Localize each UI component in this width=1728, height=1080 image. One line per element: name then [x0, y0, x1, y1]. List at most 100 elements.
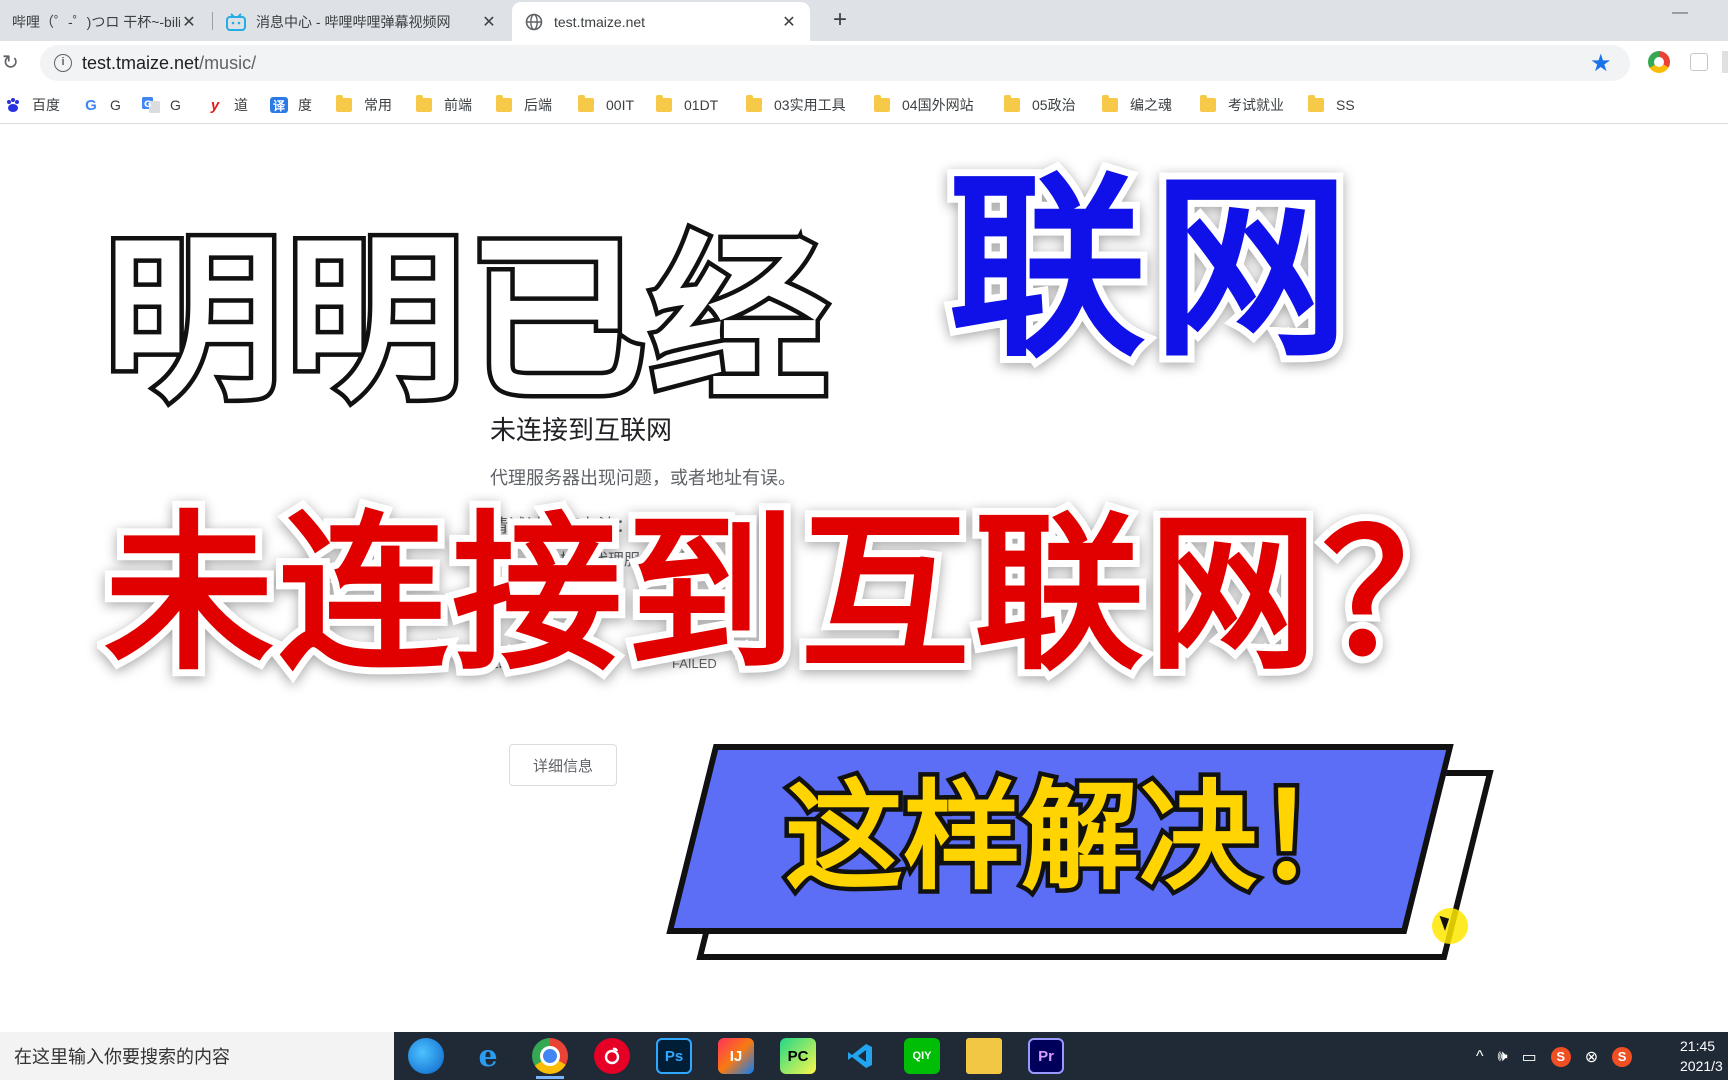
netease-music-icon[interactable]: [594, 1038, 630, 1074]
close-icon[interactable]: ✕: [480, 12, 498, 32]
tab-test-tmaize[interactable]: test.tmaize.net ✕: [512, 2, 810, 41]
youdao-icon: y: [210, 96, 220, 114]
clock-date: 2021/3: [1680, 1058, 1723, 1074]
sogou-ime-icon[interactable]: S: [1550, 1047, 1571, 1067]
bookmark-label: 00IT: [606, 97, 635, 113]
baidu-icon: [4, 97, 22, 113]
bookmark-folder-common[interactable]: 常用: [336, 94, 392, 116]
pycharm-icon[interactable]: PC: [780, 1038, 816, 1074]
minimize-icon[interactable]: —: [1672, 4, 1688, 22]
bookmark-label: G: [110, 97, 121, 113]
chrome-icon[interactable]: [532, 1038, 568, 1079]
bookmark-folder-01dt[interactable]: 01DT: [656, 94, 718, 116]
tab-bilibili[interactable]: 哔哩（゜-゜)つロ 干杯~-bilibili ✕: [0, 2, 210, 41]
info-icon[interactable]: i: [54, 54, 72, 72]
error-description: 代理服务器出现问题，或者地址有误。: [490, 468, 796, 488]
vscode-icon[interactable]: [842, 1038, 878, 1074]
bookmark-folder-tools[interactable]: 03实用工具: [746, 94, 846, 116]
bookmark-label: 考试就业: [1228, 97, 1284, 113]
bookmark-folder-ss[interactable]: SS: [1308, 94, 1355, 116]
bookmark-star-icon[interactable]: ★: [1590, 49, 1612, 78]
folder-icon: [1308, 95, 1324, 112]
edge-icon[interactable]: [408, 1038, 444, 1074]
bookmark-google-translate[interactable]: G G: [142, 94, 181, 116]
tab-message-center[interactable]: 消息中心 - 哔哩哔哩弹幕视频网 ✕: [214, 2, 510, 41]
clock-time: 21:45: [1680, 1038, 1716, 1054]
bookmark-label: 03实用工具: [774, 97, 846, 113]
caption-highlight: 联网: [941, 153, 1357, 384]
file-explorer-icon[interactable]: [966, 1038, 1002, 1074]
bookmark-folder-coding-soul[interactable]: 编之魂: [1102, 94, 1172, 116]
bookmark-folder-00it[interactable]: 00IT: [578, 94, 634, 116]
bookmark-youdao[interactable]: y 道: [206, 94, 248, 116]
tab-title: test.tmaize.net: [554, 13, 646, 30]
extension-icon[interactable]: [1690, 53, 1708, 71]
bookmark-label: 前端: [444, 97, 472, 113]
tab-strip: 哔哩（゜-゜)つロ 干杯~-bilibili ✕ 消息中心 - 哔哩哔哩弹幕视频…: [0, 0, 1728, 41]
bookmark-label: 04国外网站: [902, 97, 974, 113]
bookmark-label: 道: [234, 97, 248, 113]
caption-line-1: 明明已经: [100, 217, 833, 424]
folder-icon: [1102, 95, 1118, 112]
taskbar-search-input[interactable]: 在这里输入你要搜索的内容: [0, 1032, 394, 1080]
details-button[interactable]: 详细信息: [509, 744, 617, 786]
globe-icon: [524, 12, 544, 32]
tab-separator: [212, 12, 213, 30]
intellij-icon[interactable]: IJ: [718, 1038, 754, 1074]
bookmarks-bar: 百度 G G G G y 道 译 度 常用 前端 后端 00IT 01DT 03…: [0, 86, 1728, 124]
bookmark-label: 度: [298, 97, 312, 113]
sogou-ime-icon[interactable]: S: [1612, 1047, 1633, 1067]
address-bar[interactable]: i test.tmaize.net/music/ ★: [40, 45, 1630, 81]
folder-icon: [416, 95, 432, 112]
close-icon[interactable]: ✕: [780, 12, 798, 32]
folder-icon: [578, 95, 594, 112]
ie-icon[interactable]: e: [470, 1038, 506, 1074]
taskbar: 在这里输入你要搜索的内容 e Ps IJ PC QIY Pr ^ 🕪 ▭ S ⊗…: [0, 1032, 1728, 1080]
iqiyi-icon[interactable]: QIY: [904, 1038, 940, 1074]
bookmark-baidu[interactable]: 百度: [4, 94, 60, 116]
folder-icon: [1004, 95, 1020, 112]
caption-banner: 这样解决！: [666, 740, 1494, 980]
tray-chevron-icon[interactable]: ^: [1476, 1048, 1484, 1066]
url-path: /music/: [199, 53, 257, 73]
google-translate-icon: G: [142, 97, 160, 113]
browser-toolbar: ↻ i test.tmaize.net/music/ ★: [0, 41, 1728, 86]
folder-icon: [1200, 95, 1216, 112]
reload-icon[interactable]: ↻: [2, 51, 26, 75]
system-tray: ^ 🕪 ▭ S ⊗ S: [1476, 1044, 1633, 1070]
bookmark-folder-exam-jobs[interactable]: 考试就业: [1200, 94, 1284, 116]
folder-icon: [874, 95, 890, 112]
folder-icon: [746, 95, 762, 112]
photoshop-icon[interactable]: Ps: [656, 1038, 692, 1074]
menu-icon[interactable]: [1722, 51, 1728, 73]
premiere-icon[interactable]: Pr: [1028, 1038, 1064, 1074]
bookmark-label: SS: [1336, 97, 1355, 113]
close-icon[interactable]: ✕: [180, 12, 198, 32]
url-text[interactable]: test.tmaize.net/music/: [82, 53, 256, 74]
bookmark-folder-backend[interactable]: 后端: [496, 94, 552, 116]
tab-title: 消息中心 - 哔哩哔哩弹幕视频网: [256, 13, 451, 30]
folder-icon: [496, 95, 512, 112]
bookmark-folder-foreign-sites[interactable]: 04国外网站: [874, 94, 974, 116]
close-circle-icon[interactable]: ⊗: [1585, 1047, 1598, 1067]
tab-title: 哔哩（゜-゜)つロ 干杯~-bilibili: [12, 13, 180, 30]
bookmark-folder-frontend[interactable]: 前端: [416, 94, 472, 116]
volume-icon[interactable]: 🕪: [1498, 1048, 1508, 1066]
svg-text:G: G: [144, 100, 151, 110]
bookmark-google[interactable]: G G: [82, 94, 121, 116]
bookmark-label: 百度: [32, 97, 60, 113]
bilibili-icon: [226, 12, 246, 32]
battery-icon[interactable]: ▭: [1522, 1047, 1537, 1067]
bookmark-translate[interactable]: 译 度: [270, 94, 312, 116]
google-icon: G: [85, 96, 97, 114]
caption-line-2: 未连接到互联网？: [97, 496, 1499, 694]
bookmark-folder-politics[interactable]: 05政治: [1004, 94, 1076, 116]
banner-text: 这样解决！: [780, 768, 1379, 906]
extension-icon[interactable]: [1648, 51, 1670, 73]
folder-icon: [336, 95, 352, 112]
bookmark-label: 后端: [524, 97, 552, 113]
new-tab-button[interactable]: +: [826, 6, 854, 34]
taskbar-clock[interactable]: 21:45 2021/3: [1680, 1036, 1728, 1076]
bookmark-label: 01DT: [684, 97, 719, 113]
bookmark-label: G: [170, 97, 181, 113]
